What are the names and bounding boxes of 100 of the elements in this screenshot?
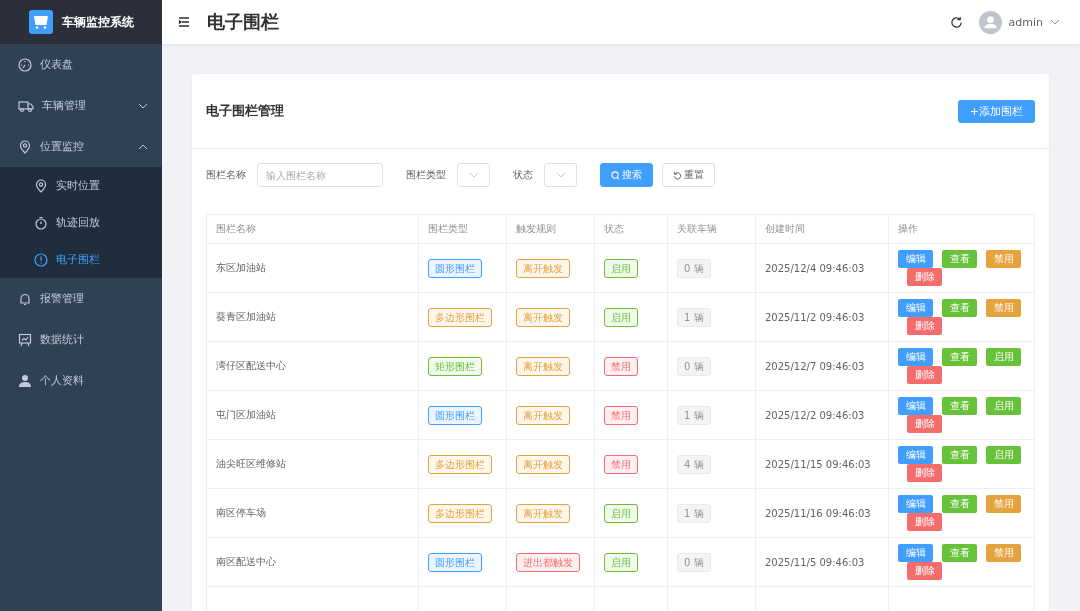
sidebar-item[interactable]: 仪表盘 [0,44,162,85]
status-tag: 禁用 [604,356,638,376]
action-button[interactable]: 删除 [907,268,942,286]
filter-label: 围栏类型 [406,168,446,182]
truck-icon [18,98,34,113]
fence-type-tag: 多边形围栏 [428,503,492,523]
sidebar-item[interactable]: 个人资料 [0,360,162,401]
chevron-down-icon [138,102,148,109]
vehicle-count-tag: 4 辆 [677,454,711,474]
table-cell: 葵青区加油站 [206,292,419,342]
vehicle-count-tag: 1 辆 [677,405,711,425]
action-button[interactable]: 删除 [907,415,942,433]
table-cell: 南区配送中心 [206,537,419,587]
chevron-down-icon [468,172,479,178]
app-title: 车辆监控系统 [62,13,134,31]
table-cell: 2025/11/2 09:46:03 [755,292,889,342]
location-pin-icon [34,178,48,193]
fence-name-field[interactable]: 输入围栏名称 [257,163,383,187]
table-cell: 南区停车场 [206,488,419,538]
action-button[interactable]: 查看 [942,544,977,562]
action-button[interactable]: 查看 [942,299,977,317]
column-header: 触发规则 [506,214,595,244]
fence-type-tag: 多边形围栏 [428,307,492,327]
action-button[interactable]: 编辑 [898,299,933,317]
action-button[interactable]: 删除 [907,464,942,482]
dashboard-icon [18,57,32,72]
trigger-rule-tag: 离开触发 [516,454,570,474]
column-header: 状态 [594,214,668,244]
fence-type-tag: 矩形围栏 [428,356,482,376]
action-button[interactable]: 编辑 [898,348,933,366]
action-button[interactable]: 编辑 [898,250,933,268]
trigger-rule-tag: 离开触发 [516,503,570,523]
action-button[interactable]: 禁用 [986,544,1021,562]
trigger-rule-tag: 离开触发 [516,258,570,278]
chevron-down-icon [1050,19,1060,25]
action-button[interactable]: 删除 [907,317,942,335]
action-button[interactable]: 编辑 [898,544,933,562]
action-button[interactable]: 查看 [942,348,977,366]
vehicle-count-tag: 0 辆 [677,552,711,572]
status-tag: 启用 [604,503,638,523]
info-circle-icon [34,252,48,267]
trigger-rule-tag: 离开触发 [516,356,570,376]
action-button[interactable]: 启用 [986,397,1021,415]
column-header: 围栏类型 [418,214,507,244]
status-tag: 启用 [604,552,638,572]
action-button[interactable]: 查看 [942,495,977,513]
table-cell: 东区加油站 [206,243,419,293]
sidebar-item[interactable]: 位置监控 [0,126,162,167]
table-cell: 湾仔区配送中心 [206,341,419,391]
vehicle-count-tag: 1 辆 [677,503,711,523]
status-select[interactable] [544,163,577,187]
sidebar-item[interactable]: 数据统计 [0,319,162,360]
bell-icon [18,291,32,306]
table-cell: 2025/12/2 09:46:03 [755,390,889,440]
chart-board-icon [18,332,32,347]
action-button[interactable]: 删除 [907,562,942,580]
status-tag: 启用 [604,307,638,327]
sidebar-item[interactable]: 报警管理 [0,278,162,319]
status-tag: 启用 [604,258,638,278]
action-button[interactable]: 查看 [942,397,977,415]
action-button[interactable]: 查看 [942,250,977,268]
action-button[interactable]: 编辑 [898,495,933,513]
user-name[interactable]: admin [1008,15,1043,29]
action-button[interactable]: 删除 [907,366,942,384]
cart-logo-icon [29,10,53,34]
action-button[interactable]: 编辑 [898,397,933,415]
column-header: 操作 [888,214,1035,244]
vehicle-count-tag: 1 辆 [677,307,711,327]
action-button[interactable]: 禁用 [986,299,1021,317]
action-button[interactable]: 启用 [986,348,1021,366]
table-cell: 屯门区加油站 [206,390,419,440]
trigger-rule-tag: 离开触发 [516,405,570,425]
table-cell: 2025/11/15 09:46:03 [755,439,889,489]
menu-icon[interactable] [178,17,190,27]
column-header: 围栏名称 [206,214,419,244]
page-title: 电子围栏 [207,10,280,34]
action-button[interactable]: 删除 [907,513,942,531]
sidebar-item[interactable]: 车辆管理 [0,85,162,126]
user-icon [18,373,32,388]
refresh-icon[interactable] [949,15,963,29]
trigger-rule-tag: 进出都触发 [516,552,580,572]
table-cell: 2025/11/5 09:46:03 [755,537,889,587]
table-cell: 2025/11/16 09:46:03 [755,488,889,538]
action-button[interactable]: 禁用 [986,495,1021,513]
column-header: 创建时间 [755,214,889,244]
status-tag: 禁用 [604,405,638,425]
action-button[interactable]: 编辑 [898,446,933,464]
trigger-rule-tag: 离开触发 [516,307,570,327]
search-button[interactable]: 搜索 [600,163,653,187]
fence-type-select[interactable] [457,163,490,187]
avatar-icon[interactable] [978,10,1002,34]
add-fence-button[interactable]: +添加围栏 [957,99,1035,123]
fence-type-tag: 圆形围栏 [428,552,482,572]
search-icon [611,170,620,180]
status-tag: 禁用 [604,454,638,474]
action-button[interactable]: 启用 [986,446,1021,464]
action-button[interactable]: 禁用 [986,250,1021,268]
reset-button[interactable]: 重置 [662,163,715,187]
fence-type-tag: 圆形围栏 [428,258,482,278]
action-button[interactable]: 查看 [942,446,977,464]
